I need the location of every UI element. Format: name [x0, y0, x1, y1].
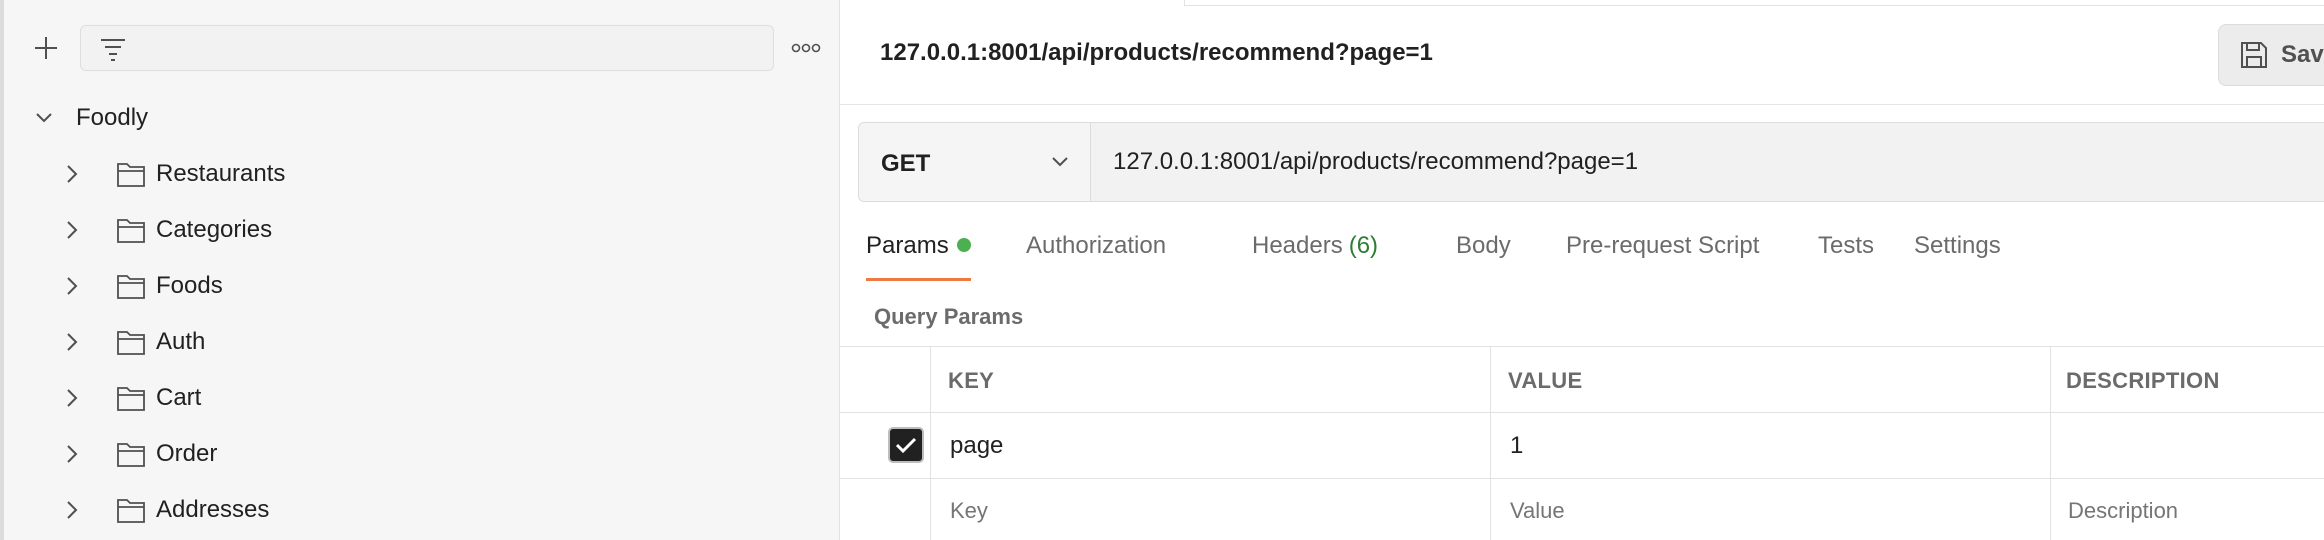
chevron-down-icon — [1052, 157, 1068, 167]
table-border-header — [840, 412, 2324, 413]
method-select[interactable]: GET — [859, 123, 1091, 201]
folder-cart[interactable]: Cart — [4, 370, 840, 426]
tab-params-label: Params — [866, 232, 949, 259]
sidebar-toolbar — [4, 0, 844, 90]
new-value-input[interactable] — [1510, 494, 1850, 528]
tab-authorization-label: Authorization — [1026, 232, 1167, 259]
more-options-button[interactable] — [786, 30, 826, 66]
collection-name: Foodly — [76, 104, 149, 131]
folder-order[interactable]: Order — [4, 426, 840, 482]
method-label: GET — [881, 150, 931, 177]
param-value-cell[interactable]: 1 — [1510, 432, 1523, 460]
tab-settings-label: Settings — [1914, 232, 2001, 259]
tab-separator — [1184, 0, 1185, 6]
save-button[interactable]: Save — [2218, 24, 2324, 86]
filter-input[interactable] — [141, 26, 761, 70]
tab-prerequest-script[interactable]: Pre-request Script — [1566, 232, 1759, 282]
filter-box[interactable] — [80, 25, 774, 71]
query-params-title: Query Params — [874, 304, 1024, 329]
tab-settings[interactable]: Settings — [1914, 232, 2001, 282]
tab-body-label: Body — [1456, 232, 1511, 259]
folder-addresses[interactable]: Addresses — [4, 482, 840, 538]
plus-icon — [35, 37, 57, 59]
more-horizontal-icon — [791, 43, 821, 53]
folder-label: Addresses — [156, 496, 270, 523]
url-input[interactable] — [1091, 123, 2324, 201]
sidebar: Foodly Restaurants Categories Foods Auth… — [0, 0, 840, 540]
url-bar: GET — [858, 122, 2324, 202]
new-description-input[interactable] — [2068, 494, 2318, 528]
folder-icon — [117, 219, 145, 243]
request-tabs: Params Authorization Headers (6) Body Pre… — [866, 232, 2306, 282]
folder-icon — [117, 331, 145, 355]
chevron-right-icon — [67, 333, 78, 351]
folder-icon — [117, 499, 145, 523]
tab-tests[interactable]: Tests — [1818, 232, 1874, 282]
tab-headers-label: Headers — [1252, 232, 1343, 259]
request-title[interactable]: 127.0.0.1:8001/api/products/recommend?pa… — [880, 39, 1433, 67]
folder-icon — [117, 387, 145, 411]
column-header-value: VALUE — [1508, 368, 1583, 393]
folder-label: Order — [156, 440, 218, 467]
chevron-right-icon — [67, 501, 78, 519]
chevron-right-icon — [67, 389, 78, 407]
folder-label: Foods — [156, 272, 223, 299]
tab-body[interactable]: Body — [1456, 232, 1511, 282]
column-divider — [2050, 346, 2051, 540]
chevron-right-icon — [67, 277, 78, 295]
folder-label: Restaurants — [156, 160, 286, 187]
check-icon — [895, 437, 917, 454]
folder-label: Categories — [156, 216, 273, 243]
new-key-input[interactable] — [950, 494, 1290, 528]
folder-label: Auth — [156, 328, 206, 355]
save-icon — [2241, 42, 2267, 68]
collection-foodly[interactable]: Foodly — [4, 90, 840, 146]
tab-authorization[interactable]: Authorization — [1026, 232, 1166, 282]
tab-params[interactable]: Params — [866, 232, 971, 282]
folder-restaurants[interactable]: Restaurants — [4, 146, 840, 202]
column-header-description: DESCRIPTION — [2066, 368, 2220, 393]
param-key-cell[interactable]: page — [950, 432, 1003, 460]
chevron-right-icon — [67, 445, 78, 463]
table-border-row — [840, 478, 2324, 479]
column-divider — [930, 346, 931, 540]
new-collection-button[interactable] — [26, 28, 66, 68]
chevron-right-icon — [67, 221, 78, 239]
table-border-top — [840, 346, 2324, 347]
folder-label: Cart — [156, 384, 202, 411]
column-divider — [1490, 346, 1491, 540]
column-header-key: KEY — [948, 368, 995, 393]
folder-icon — [117, 163, 145, 187]
tab-prerequest-label: Pre-request Script — [1566, 232, 1760, 259]
folder-categories[interactable]: Categories — [4, 202, 840, 258]
postman-app: Foodly Restaurants Categories Foods Auth… — [0, 0, 2324, 540]
param-enabled-checkbox[interactable] — [888, 427, 924, 463]
tab-strip-edge — [1184, 0, 2324, 6]
folder-foods[interactable]: Foods — [4, 258, 840, 314]
folder-auth[interactable]: Auth — [4, 314, 840, 370]
chevron-right-icon — [67, 165, 78, 183]
chevron-down-icon — [36, 113, 52, 123]
headers-count: (6) — [1348, 232, 1379, 259]
status-dot — [956, 238, 971, 252]
tab-tests-label: Tests — [1818, 232, 1875, 259]
collection-tree: Foodly Restaurants Categories Foods Auth… — [4, 90, 840, 538]
save-label: Save — [2281, 41, 2324, 68]
filter-icon — [101, 39, 125, 61]
folder-icon — [117, 443, 145, 467]
tab-headers[interactable]: Headers (6) — [1252, 232, 1378, 282]
header-divider — [840, 104, 2324, 105]
folder-icon — [117, 275, 145, 299]
request-panel: 127.0.0.1:8001/api/products/recommend?pa… — [840, 0, 2324, 540]
